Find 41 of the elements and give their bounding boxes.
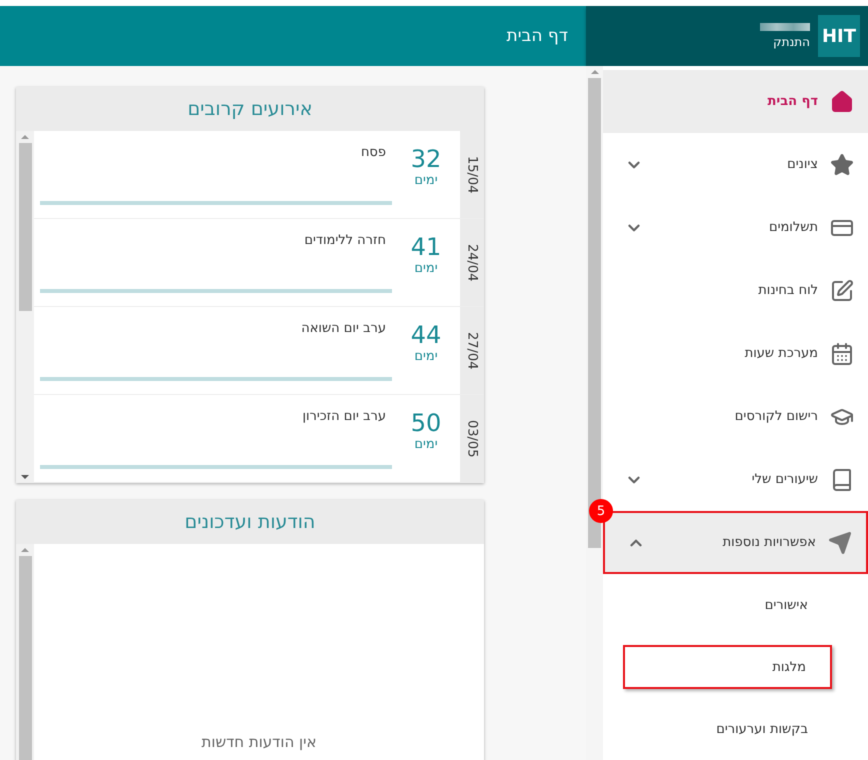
nav-item[interactable]: תשלומים (603, 196, 868, 259)
home-icon (830, 90, 854, 114)
event-name: ערב יום הזכירון (302, 409, 386, 426)
nav-item[interactable]: לוח בחינות (603, 259, 868, 322)
calendar-icon (830, 342, 854, 366)
days-count: 50 (410, 409, 442, 437)
nav-item[interactable]: ציונים (603, 133, 868, 196)
event-name: חזרה ללימודים (304, 233, 386, 250)
page-title: דף הבית (506, 26, 568, 46)
book-icon (830, 468, 854, 492)
pencil-square-icon (830, 278, 854, 302)
days-unit: ימים (414, 261, 438, 276)
nav-subitem[interactable]: אישורים (764, 598, 808, 612)
days-unit: ימים (414, 437, 438, 452)
event-name: ערב יום השואה (301, 321, 386, 338)
nav-item[interactable]: רישום לקורסים (603, 385, 868, 448)
days-unit: ימים (414, 349, 438, 364)
blurred-username (760, 23, 810, 31)
event-date: 27/04 (464, 332, 480, 370)
event-name: פסח (360, 145, 386, 162)
event-date: 24/04 (464, 244, 480, 282)
nav-item[interactable]: אפשרויות נוספות (603, 511, 868, 574)
event-date: 03/05 (464, 420, 480, 458)
nav-subitem[interactable]: בקשות וערעורים (716, 722, 808, 736)
days-unit: ימים (414, 173, 438, 188)
days-count: 41 (410, 233, 442, 261)
scrollbar[interactable] (16, 131, 34, 483)
star-icon (830, 152, 854, 176)
days-count: 32 (410, 145, 442, 173)
empty-message: אין הודעות חדשות (202, 733, 316, 751)
nav-item[interactable]: דף הבית (603, 70, 868, 133)
card-title: הודעות ועדכונים (184, 510, 316, 535)
paper-plane-icon (828, 530, 852, 554)
card-title: אירועים קרובים (186, 97, 314, 122)
logo: HIT (818, 15, 860, 57)
event-date: 15/04 (464, 156, 480, 194)
logout-link[interactable]: התנתק (773, 35, 810, 49)
days-count: 44 (410, 321, 442, 349)
scrollbar[interactable] (586, 66, 603, 760)
nav-subitem[interactable]: מלגות (623, 645, 832, 689)
nav-item[interactable]: מערכת שעות (603, 322, 868, 385)
